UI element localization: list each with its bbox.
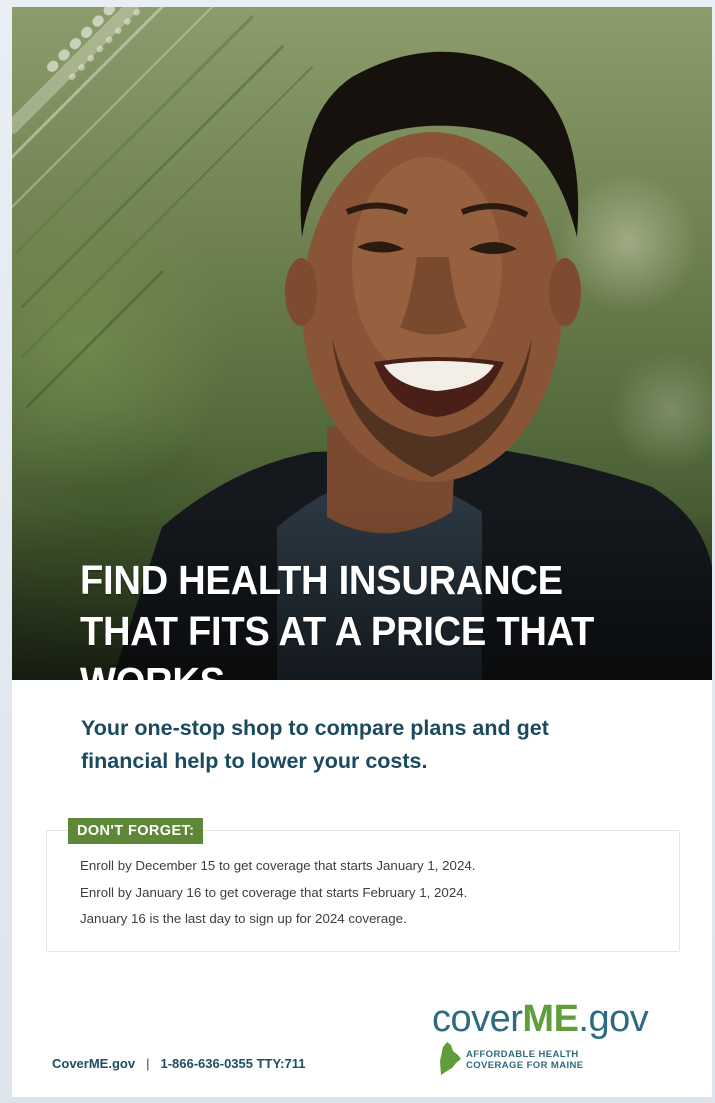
footer-site: CoverME.gov (52, 1056, 136, 1071)
coverme-logo: coverME.gov AFFORDABLE HEALTH COVERAGE F… (432, 997, 692, 1077)
footer-phone: 1-866-636-0355 TTY:711 (160, 1056, 306, 1071)
decorative-lines (12, 7, 313, 409)
enrollment-deadlines: Enroll by December 15 to get coverage th… (80, 853, 475, 933)
deadline-line: January 16 is the last day to sign up fo… (80, 911, 407, 926)
left-ear (285, 258, 317, 326)
poster-headline: FIND HEALTH INSURANCE THAT FITS AT A PRI… (80, 557, 595, 680)
logo-prefix: cover (432, 998, 523, 1040)
logo-middle: ME (522, 998, 579, 1040)
enrollment-poster: FIND HEALTH INSURANCE THAT FITS AT A PRI… (12, 7, 712, 1097)
logo-tagline: AFFORDABLE HEALTH COVERAGE FOR MAINE (466, 1049, 584, 1071)
footer-separator: | (146, 1056, 150, 1071)
deadline-line: Enroll by January 16 to get coverage tha… (80, 884, 468, 900)
hero-photo: FIND HEALTH INSURANCE THAT FITS AT A PRI… (12, 7, 712, 680)
logo-wordmark: coverME.gov (432, 997, 649, 1041)
logo-tagline-line: COVERAGE FOR MAINE (466, 1060, 584, 1071)
logo-tagline-line: AFFORDABLE HEALTH (466, 1049, 579, 1060)
maine-state-icon (440, 1042, 461, 1075)
poster-subhead: Your one-stop shop to compare plans and … (81, 716, 549, 773)
logo-suffix: .gov (578, 998, 649, 1040)
right-ear (549, 258, 581, 326)
dont-forget-badge: DON'T FORGET: (68, 818, 204, 844)
footer-contact: CoverME.gov | 1-866-636-0355 TTY:711 (52, 1056, 306, 1071)
deadline-line: Enroll by December 15 to get coverage th… (80, 858, 476, 873)
